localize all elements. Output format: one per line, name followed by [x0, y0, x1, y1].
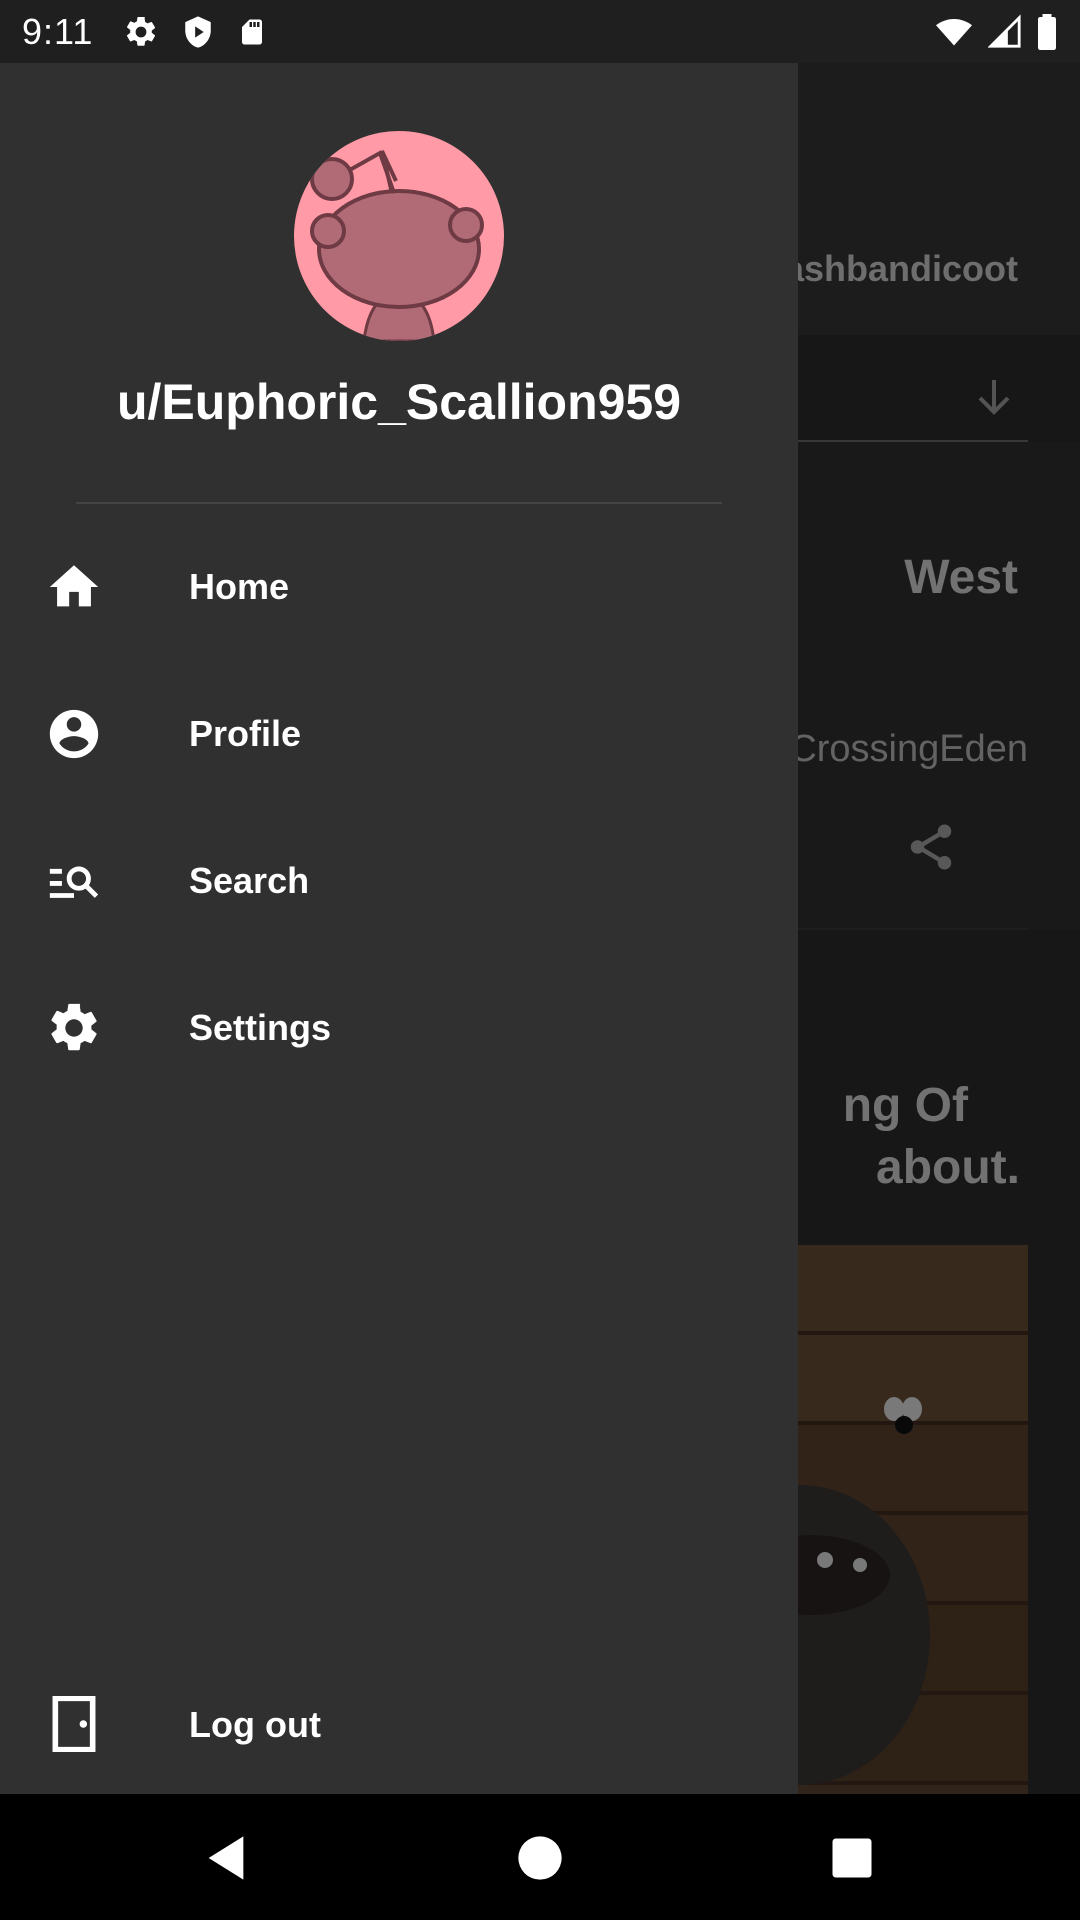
logout-button[interactable]: Log out [0, 1654, 798, 1794]
nav-item-settings[interactable]: Settings [0, 954, 798, 1101]
nav-item-label: Profile [189, 712, 302, 754]
logout-label: Log out [189, 1704, 321, 1745]
status-time: 9:11 [22, 10, 94, 52]
battery-icon [1038, 13, 1056, 50]
settings-icon [44, 998, 104, 1058]
system-nav-bar [0, 1794, 1080, 1920]
home-circle-icon[interactable] [514, 1832, 566, 1884]
wifi-icon [936, 18, 972, 45]
nav-item-label: Settings [189, 1006, 332, 1048]
shield-icon [185, 15, 212, 48]
door-icon [44, 1694, 104, 1754]
cell-signal-icon [988, 13, 1021, 48]
drawer-header: u/Euphoric_Scallion959 [0, 63, 798, 504]
nav-item-home[interactable]: Home [0, 513, 798, 660]
avatar[interactable] [294, 131, 504, 341]
nav-item-search[interactable]: Search [0, 807, 798, 954]
nav-item-label: Home [189, 565, 290, 607]
home-icon [44, 557, 104, 617]
snoo-avatar-icon [310, 150, 484, 341]
navigation-drawer: u/Euphoric_Scallion959 Home Profile Sear… [0, 63, 798, 1794]
screen: ashbandicoot West CrossingEden ng Of abo… [0, 0, 1080, 1920]
username[interactable]: u/Euphoric_Scallion959 [0, 373, 798, 431]
drawer-nav-list: Home Profile Search Settings [0, 513, 798, 1101]
nav-item-profile[interactable]: Profile [0, 660, 798, 807]
settings-gear-icon [127, 16, 156, 46]
back-triangle-icon[interactable] [200, 1832, 252, 1884]
recents-square-icon[interactable] [826, 1832, 878, 1884]
manage-search-icon [44, 851, 104, 911]
sd-card-icon [242, 19, 263, 44]
account-circle-icon [44, 704, 104, 764]
nav-item-label: Search [189, 859, 310, 901]
status-bar: 9:11 [0, 0, 1080, 63]
header-divider [76, 502, 722, 504]
